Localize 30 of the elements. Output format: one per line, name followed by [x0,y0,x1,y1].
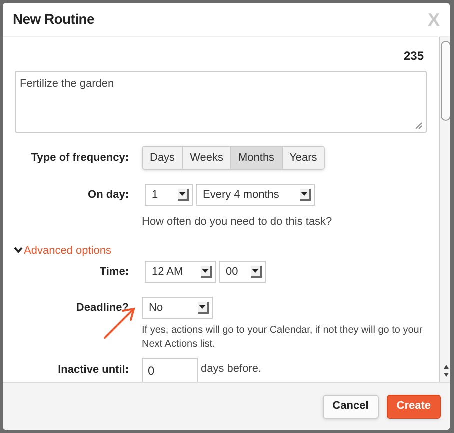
field-label: On day: [87,188,130,203]
dropdown[interactable]: 12 AM [145,261,216,283]
caret-icon [201,266,212,278]
dropdown[interactable]: 1 [145,184,193,206]
frequency-tab[interactable]: Days [143,147,182,169]
resize-grip-icon[interactable] [415,122,423,130]
hint-text: How often do you need to do this task? [142,215,334,230]
dropdown[interactable]: Every 4 months [196,184,315,206]
dialog-title: New Routine [13,10,94,29]
frequency-tab[interactable]: Years [282,147,324,169]
field-label: Deadline? [75,300,130,316]
cancel-button[interactable]: Cancel [322,394,379,418]
caret-icon [251,266,262,278]
field-suffix: days before. [201,362,262,377]
field-label: Inactive until: [57,363,130,378]
field-label: Time: [98,264,130,280]
dropdown[interactable]: 00 [219,261,266,283]
dropdown[interactable]: No [142,297,213,319]
hint-text: If yes, actions will go to your Calendar, if not they will go to your Next Actions list. [142,324,424,352]
frequency-tab[interactable]: Months [230,147,282,169]
caret-icon [178,189,189,201]
caret-icon [300,189,311,201]
scrollbar-thumb[interactable] [441,41,450,121]
frequency-tab[interactable]: Weeks [182,147,230,169]
description-field[interactable]: Fertilize the garden [15,71,427,133]
scroll-arrows-icon[interactable] [443,363,450,379]
caret-icon [198,302,209,314]
character-count: 235 [402,48,425,65]
field-label: Type of frequency: [30,150,130,166]
scrollbar[interactable] [439,37,450,382]
